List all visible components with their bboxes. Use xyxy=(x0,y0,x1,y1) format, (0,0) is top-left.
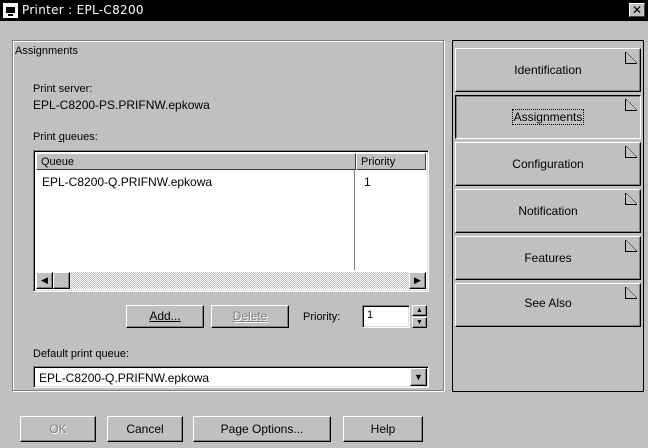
page-corner-icon xyxy=(625,52,637,64)
priority-label: Priority: xyxy=(303,311,341,323)
tab-label: Assignments xyxy=(511,109,585,125)
delete-button[interactable]: Delete xyxy=(211,305,289,328)
column-header-queue[interactable]: Queue xyxy=(36,153,356,170)
add-button-label: Add... xyxy=(149,309,181,323)
cancel-button[interactable]: Cancel xyxy=(107,416,183,442)
cancel-button-label: Cancel xyxy=(126,422,164,436)
tab-features[interactable]: Features xyxy=(455,236,641,280)
spin-down-icon[interactable]: ▼ xyxy=(412,317,427,328)
list-item-queue[interactable]: EPL-C8200-Q.PRIFNW.epkowa xyxy=(42,175,212,189)
default-queue-label: Default print queue: xyxy=(33,348,130,360)
default-queue-select[interactable]: EPL-C8200-Q.PRIFNW.epkowa ▼ xyxy=(33,366,429,388)
printer-app-icon[interactable] xyxy=(3,3,18,18)
tab-label: Identification xyxy=(514,63,582,77)
tab-label: Configuration xyxy=(512,157,584,171)
page-options-button[interactable]: Page Options... xyxy=(193,416,331,442)
add-button[interactable]: Add... xyxy=(126,305,204,328)
page-corner-icon xyxy=(625,99,637,111)
tab-identification[interactable]: Identification xyxy=(455,48,641,92)
page-corner-icon xyxy=(625,287,637,299)
dropdown-arrow-icon[interactable]: ▼ xyxy=(410,368,427,386)
scroll-left-icon[interactable]: ◀ xyxy=(36,272,53,289)
tab-label: See Also xyxy=(524,296,572,310)
priority-spinner[interactable]: ▲ ▼ xyxy=(412,305,427,328)
tab-label: Notification xyxy=(518,204,578,218)
spin-up-icon[interactable]: ▲ xyxy=(412,305,427,316)
column-divider xyxy=(354,170,355,270)
print-server-value: EPL-C8200-PS.PRIFNW.epkowa xyxy=(33,98,210,112)
print-queues-list[interactable]: Queue Priority EPL-C8200-Q.PRIFNW.epkowa… xyxy=(33,150,429,292)
page-options-button-label: Page Options... xyxy=(220,422,304,436)
page-corner-icon xyxy=(625,240,637,252)
tab-label: Features xyxy=(524,251,572,265)
page-corner-icon xyxy=(625,193,637,205)
tab-see-also[interactable]: See Also xyxy=(455,283,641,327)
horizontal-scrollbar[interactable]: ◀ ▶ xyxy=(36,272,426,289)
list-item-priority[interactable]: 1 xyxy=(364,175,371,189)
panel-caption: Assignments xyxy=(15,45,78,57)
tab-notification[interactable]: Notification xyxy=(455,189,641,233)
ok-button-label: OK xyxy=(49,422,67,436)
page-corner-icon xyxy=(625,146,637,158)
print-queues-label: Print queues: xyxy=(33,131,98,143)
title-bar: Printer : EPL-C8200 ✕ xyxy=(0,0,648,21)
print-server-label: Print server: xyxy=(33,83,93,95)
help-button-label: Help xyxy=(370,422,396,436)
close-icon[interactable]: ✕ xyxy=(629,3,645,17)
priority-input[interactable]: 1 xyxy=(362,305,410,328)
delete-button-label: Delete xyxy=(232,309,268,323)
column-header-priority[interactable]: Priority xyxy=(356,153,426,170)
priority-input-value: 1 xyxy=(367,309,374,321)
scroll-thumb[interactable] xyxy=(53,272,70,289)
ok-button[interactable]: OK xyxy=(20,416,96,442)
help-button[interactable]: Help xyxy=(343,416,423,442)
default-queue-value: EPL-C8200-Q.PRIFNW.epkowa xyxy=(39,371,210,385)
scroll-right-icon[interactable]: ▶ xyxy=(409,272,426,289)
tab-configuration[interactable]: Configuration xyxy=(455,142,641,186)
tab-assignments[interactable]: Assignments xyxy=(455,95,641,139)
window-title: Printer : EPL-C8200 xyxy=(22,3,144,17)
